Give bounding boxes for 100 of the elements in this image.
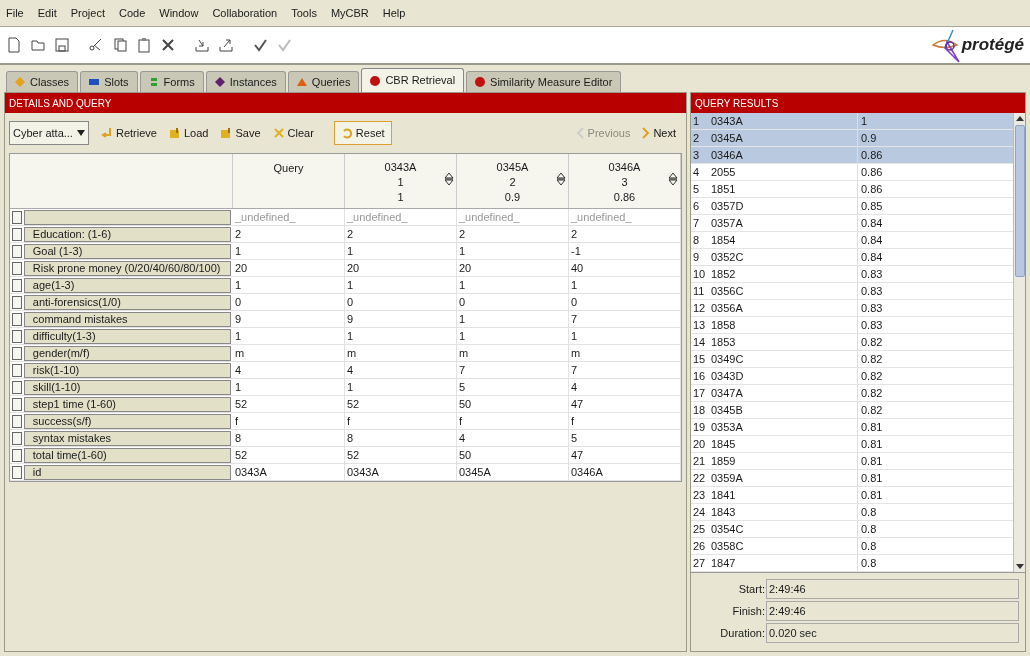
- result-row[interactable]: 27 1847 0.8: [691, 555, 1013, 572]
- expand-icon[interactable]: [12, 449, 22, 462]
- tool-button[interactable]: Reset: [333, 121, 392, 145]
- menu-item[interactable]: File: [6, 4, 24, 22]
- rank-text: 5: [692, 182, 701, 197]
- rank-text: 13: [692, 318, 707, 333]
- document-icon[interactable]: [6, 37, 22, 53]
- expand-icon[interactable]: [12, 228, 22, 241]
- result-row[interactable]: 22 0359A 0.81: [691, 470, 1013, 487]
- tab[interactable]: CBR Retrieval: [361, 68, 465, 92]
- expand-icon[interactable]: [12, 466, 22, 479]
- table-cell: 47: [569, 447, 681, 463]
- case-dropdown[interactable]: Cyber atta...: [9, 121, 89, 145]
- nav-button[interactable]: Next: [640, 124, 676, 142]
- import-icon[interactable]: [194, 37, 210, 53]
- result-row[interactable]: 7 0357A 0.84: [691, 215, 1013, 232]
- table-cell: 20: [233, 260, 345, 276]
- result-row[interactable]: 10 1852 0.83: [691, 266, 1013, 283]
- case-id: 0357D: [708, 198, 858, 214]
- tool-button[interactable]: Clear: [270, 121, 316, 145]
- expand-icon[interactable]: [12, 262, 22, 275]
- result-row[interactable]: 16 0343D 0.82: [691, 368, 1013, 385]
- expand-icon[interactable]: [12, 381, 22, 394]
- menu-item[interactable]: MyCBR: [330, 4, 369, 22]
- tab[interactable]: Queries: [287, 71, 360, 92]
- table-cell: 0: [233, 294, 345, 310]
- result-row[interactable]: 17 0347A 0.82: [691, 385, 1013, 402]
- x-icon[interactable]: [160, 37, 176, 53]
- result-row[interactable]: 21 1859 0.81: [691, 453, 1013, 470]
- scissors-icon[interactable]: [88, 37, 104, 53]
- menu-item[interactable]: Collaboration: [212, 4, 278, 22]
- tool-button[interactable]: Save: [218, 121, 263, 145]
- result-row[interactable]: 24 1843 0.8: [691, 504, 1013, 521]
- sort-icon[interactable]: [444, 172, 454, 186]
- result-row[interactable]: 20 1845 0.81: [691, 436, 1013, 453]
- similarity-text: 0.81: [860, 437, 883, 452]
- table-cell: 0343A: [233, 464, 345, 480]
- copy-icon[interactable]: [112, 37, 128, 53]
- expand-icon[interactable]: [12, 398, 22, 411]
- attribute-label: anti-forensics(1/0): [23, 295, 231, 310]
- expand-icon[interactable]: [12, 296, 22, 309]
- result-row[interactable]: 15 0349C 0.82: [691, 351, 1013, 368]
- tool-button[interactable]: Retrieve: [99, 121, 159, 145]
- tool-button[interactable]: Load: [166, 121, 211, 145]
- result-row[interactable]: 26 0358C 0.8: [691, 538, 1013, 555]
- result-row[interactable]: 4 2055 0.86: [691, 164, 1013, 181]
- result-row[interactable]: 9 0352C 0.84: [691, 249, 1013, 266]
- menu-item[interactable]: Help: [382, 4, 406, 22]
- tab[interactable]: Slots: [80, 71, 138, 92]
- table-cell: 1: [345, 277, 457, 293]
- menu-item[interactable]: Edit: [37, 4, 57, 22]
- check-icon[interactable]: [276, 37, 292, 53]
- result-row[interactable]: 23 1841 0.81: [691, 487, 1013, 504]
- result-row[interactable]: 11 0356C 0.83: [691, 283, 1013, 300]
- expand-icon[interactable]: [12, 313, 22, 326]
- sort-icon[interactable]: [668, 172, 678, 186]
- result-row[interactable]: 12 0356A 0.83: [691, 300, 1013, 317]
- export-icon[interactable]: [218, 37, 234, 53]
- scroll-thumb[interactable]: [1014, 125, 1025, 277]
- result-row[interactable]: 19 0353A 0.81: [691, 419, 1013, 436]
- menu-item[interactable]: Code: [118, 4, 146, 22]
- result-row[interactable]: 13 1858 0.83: [691, 317, 1013, 334]
- expand-icon[interactable]: [12, 347, 22, 360]
- tab[interactable]: Similarity Measure Editor: [466, 71, 622, 92]
- folder-icon[interactable]: [30, 37, 46, 53]
- expand-icon[interactable]: [12, 330, 22, 343]
- result-row[interactable]: 25 0354C 0.8: [691, 521, 1013, 538]
- tab[interactable]: Classes: [6, 71, 79, 92]
- expand-icon[interactable]: [12, 364, 22, 377]
- expand-icon[interactable]: [12, 211, 22, 224]
- sort-icon[interactable]: [556, 172, 566, 186]
- case-id: 0345B: [708, 402, 858, 418]
- case-id: 1853: [708, 334, 858, 350]
- menu-item[interactable]: Project: [70, 4, 105, 22]
- attribute-label: gender(m/f): [23, 346, 231, 361]
- expand-icon[interactable]: [12, 279, 22, 292]
- result-row[interactable]: 6 0357D 0.85: [691, 198, 1013, 215]
- attribute-label: difficulty(1-3): [23, 329, 231, 344]
- result-row[interactable]: 1 0343A 1: [691, 113, 1013, 130]
- result-row[interactable]: 8 1854 0.84: [691, 232, 1013, 249]
- result-row[interactable]: 18 0345B 0.82: [691, 402, 1013, 419]
- similarity-text: 0.84: [860, 250, 883, 265]
- scrollbar[interactable]: [1013, 113, 1025, 572]
- case-id: 1845: [708, 436, 858, 452]
- expand-icon[interactable]: [12, 415, 22, 428]
- result-row[interactable]: 5 1851 0.86: [691, 181, 1013, 198]
- expand-icon[interactable]: [12, 432, 22, 445]
- result-row[interactable]: 2 0345A 0.9: [691, 130, 1013, 147]
- menu-item[interactable]: Window: [159, 4, 199, 22]
- tab[interactable]: Instances: [205, 71, 286, 92]
- expand-icon[interactable]: [12, 245, 22, 258]
- check-icon[interactable]: [252, 37, 268, 53]
- result-row[interactable]: 3 0346A 0.86: [691, 147, 1013, 164]
- result-row[interactable]: 14 1853 0.82: [691, 334, 1013, 351]
- case-id: 2055: [708, 164, 858, 180]
- column-header: Query: [273, 161, 304, 176]
- menu-item[interactable]: Tools: [291, 4, 317, 22]
- tab[interactable]: Forms: [139, 71, 204, 92]
- clipboard-icon[interactable]: [136, 37, 152, 53]
- attribute-label: total time(1-60): [23, 448, 231, 463]
